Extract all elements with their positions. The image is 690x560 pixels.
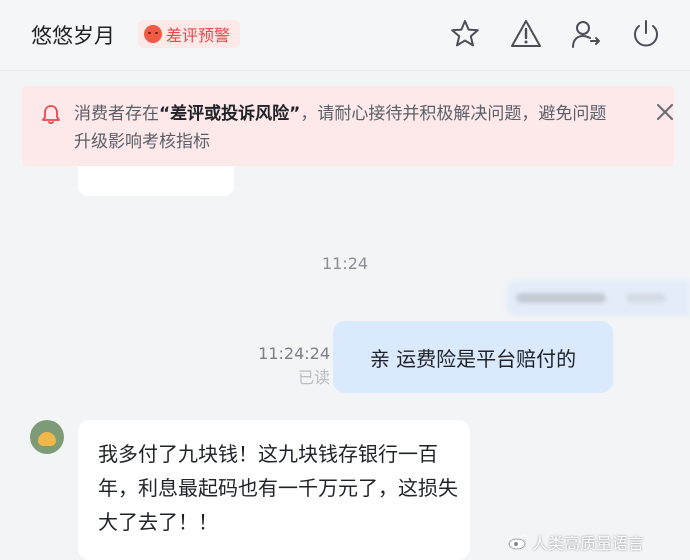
badge-label: 差评预警 — [166, 26, 231, 45]
alert-prefix: 消费者存在 — [74, 104, 159, 124]
sent-message-bubble[interactable]: 亲 运费险是平台赔付的 — [333, 321, 613, 393]
weibo-logo-icon — [508, 535, 528, 550]
chat-header: 悠悠岁月 差评预警 — [0, 0, 690, 71]
alert-message: 消费者存在“差评或投诉风险”，请耐心接待并积极解决问题，避免问题升级影响考核指标 — [74, 100, 614, 156]
watermark: 人类高质量语言 — [508, 530, 644, 554]
read-status: 已读 — [297, 368, 330, 387]
customer-name: 悠悠岁月 — [31, 24, 115, 48]
message-timestamp: 11:24 — [321, 254, 369, 273]
star-icon[interactable] — [448, 17, 482, 51]
bell-icon — [40, 103, 62, 125]
warning-icon[interactable] — [509, 17, 543, 51]
complaint-risk-alert: 消费者存在“差评或投诉风险”，请耐心接待并积极解决问题，避免问题升级影响考核指标 — [22, 86, 674, 166]
received-message-bubble[interactable]: 我多付了九块钱！这九块钱存银行一百年，利息最起码也有一千万元了，这损失大了去了！… — [78, 420, 470, 560]
blurred-text — [516, 293, 606, 303]
sent-message-text: 亲 运费险是平台赔付的 — [369, 346, 577, 371]
blurred-avatar — [626, 293, 666, 303]
blurred-message-bubble — [506, 280, 690, 316]
customer-avatar[interactable] — [30, 420, 64, 454]
alert-highlight: “差评或投诉风险” — [159, 104, 301, 124]
bad-review-warning-badge[interactable]: 差评预警 — [138, 20, 241, 48]
received-message-text: 我多付了九块钱！这九块钱存银行一百年，利息最起码也有一千万元了，这损失大了去了！… — [98, 442, 458, 534]
transfer-user-icon[interactable] — [569, 17, 603, 51]
sent-timestamp: 11:24:24 — [258, 344, 330, 363]
angry-face-icon — [144, 25, 162, 43]
watermark-text: 人类高质量语言 — [532, 534, 645, 553]
close-icon[interactable] — [652, 99, 678, 125]
power-icon[interactable] — [629, 17, 663, 51]
